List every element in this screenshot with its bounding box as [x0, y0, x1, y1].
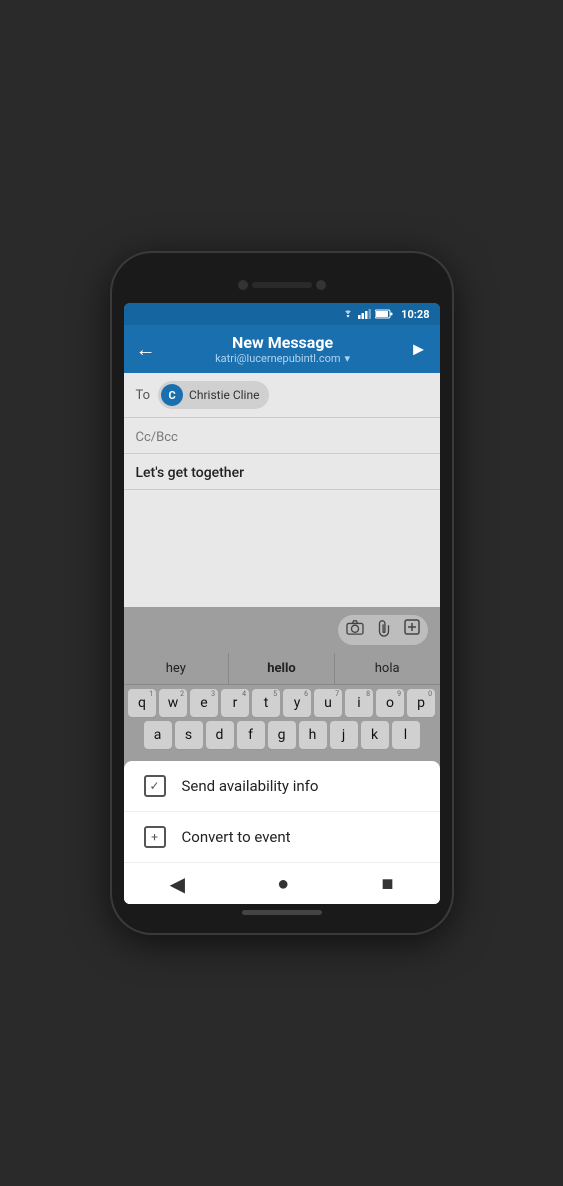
send-button[interactable]: ► — [410, 339, 428, 360]
suggestion-hola[interactable]: hola — [335, 653, 440, 684]
key-q[interactable]: 1q — [128, 689, 156, 717]
key-k[interactable]: k — [361, 721, 389, 749]
word-suggestions: hey hello hola — [124, 653, 440, 685]
key-o[interactable]: 9o — [376, 689, 404, 717]
add-button[interactable] — [404, 619, 420, 641]
key-r[interactable]: 4r — [221, 689, 249, 717]
nav-bar: ◀ ● ■ — [124, 863, 440, 904]
key-y[interactable]: 6y — [283, 689, 311, 717]
availability-label: Send availability info — [182, 777, 319, 795]
cc-label: Cc/Bcc — [136, 430, 178, 445]
subject-row[interactable]: Let's get together — [124, 454, 440, 490]
to-row[interactable]: To C Christie Cline — [124, 373, 440, 418]
phone-shell: 10:28 ← New Message katri@lucernepubintl… — [112, 253, 452, 933]
key-p[interactable]: 0p — [407, 689, 435, 717]
key-l[interactable]: l — [392, 721, 420, 749]
speaker — [252, 282, 312, 288]
app-bar: ← New Message katri@lucernepubintl.com ▾… — [124, 325, 440, 373]
body-area[interactable] — [124, 490, 440, 607]
key-t[interactable]: 5t — [252, 689, 280, 717]
status-time: 10:28 — [401, 308, 429, 321]
attachment-buttons — [338, 615, 428, 645]
recipient-avatar: C — [161, 384, 183, 406]
camera-icon — [346, 619, 364, 635]
keyboard: 1q 2w 3e 4r 5t 6y 7u 8i 9o 0p a s d f g … — [124, 685, 440, 761]
key-i[interactable]: 8i — [345, 689, 373, 717]
key-j[interactable]: j — [330, 721, 358, 749]
bottom-sheet: ✓ Send availability info + Convert to ev… — [124, 761, 440, 904]
battery-icon — [375, 309, 393, 319]
add-icon — [404, 619, 420, 635]
recipient-chip[interactable]: C Christie Cline — [158, 381, 269, 409]
attachment-bar — [124, 607, 440, 653]
status-icons — [341, 309, 393, 319]
keyboard-row-1: 1q 2w 3e 4r 5t 6y 7u 8i 9o 0p — [126, 689, 438, 717]
app-subtitle: katri@lucernepubintl.com ▾ — [156, 352, 410, 365]
nav-back-button[interactable]: ◀ — [170, 872, 185, 896]
key-u[interactable]: 7u — [314, 689, 342, 717]
key-g[interactable]: g — [268, 721, 296, 749]
to-label: To — [136, 388, 151, 403]
sheet-item-convert[interactable]: + Convert to event — [124, 812, 440, 863]
nav-recents-button[interactable]: ■ — [381, 871, 393, 896]
key-d[interactable]: d — [206, 721, 234, 749]
wifi-icon — [341, 309, 355, 319]
paperclip-icon — [376, 619, 392, 637]
key-f[interactable]: f — [237, 721, 265, 749]
keyboard-row-2: a s d f g h j k l — [126, 721, 438, 749]
key-a[interactable]: a — [144, 721, 172, 749]
cc-row[interactable]: Cc/Bcc — [124, 418, 440, 454]
app-bar-title: New Message katri@lucernepubintl.com ▾ — [156, 333, 410, 365]
key-s[interactable]: s — [175, 721, 203, 749]
phone-screen: 10:28 ← New Message katri@lucernepubintl… — [124, 303, 440, 904]
key-w[interactable]: 2w — [159, 689, 187, 717]
phone-top-bar — [124, 271, 440, 299]
sheet-item-availability[interactable]: ✓ Send availability info — [124, 761, 440, 812]
paperclip-button[interactable] — [376, 619, 392, 641]
recipient-name: Christie Cline — [189, 388, 259, 402]
sensor — [316, 280, 326, 290]
availability-icon: ✓ — [144, 775, 166, 797]
subject-text: Let's get together — [136, 465, 245, 481]
nav-home-button[interactable]: ● — [277, 871, 289, 896]
phone-bottom-bar — [124, 910, 440, 915]
app-title: New Message — [156, 333, 410, 352]
front-camera — [238, 280, 248, 290]
status-bar: 10:28 — [124, 303, 440, 325]
home-bar — [242, 910, 322, 915]
back-button[interactable]: ← — [136, 337, 156, 362]
key-h[interactable]: h — [299, 721, 327, 749]
camera-button[interactable] — [346, 619, 364, 641]
signal-icon — [358, 309, 372, 319]
suggestion-hey[interactable]: hey — [124, 653, 230, 684]
convert-icon: + — [144, 826, 166, 848]
compose-area: To C Christie Cline Cc/Bcc Let's get tog… — [124, 373, 440, 607]
suggestion-hello[interactable]: hello — [229, 653, 335, 684]
key-e[interactable]: 3e — [190, 689, 218, 717]
convert-label: Convert to event — [182, 828, 291, 846]
